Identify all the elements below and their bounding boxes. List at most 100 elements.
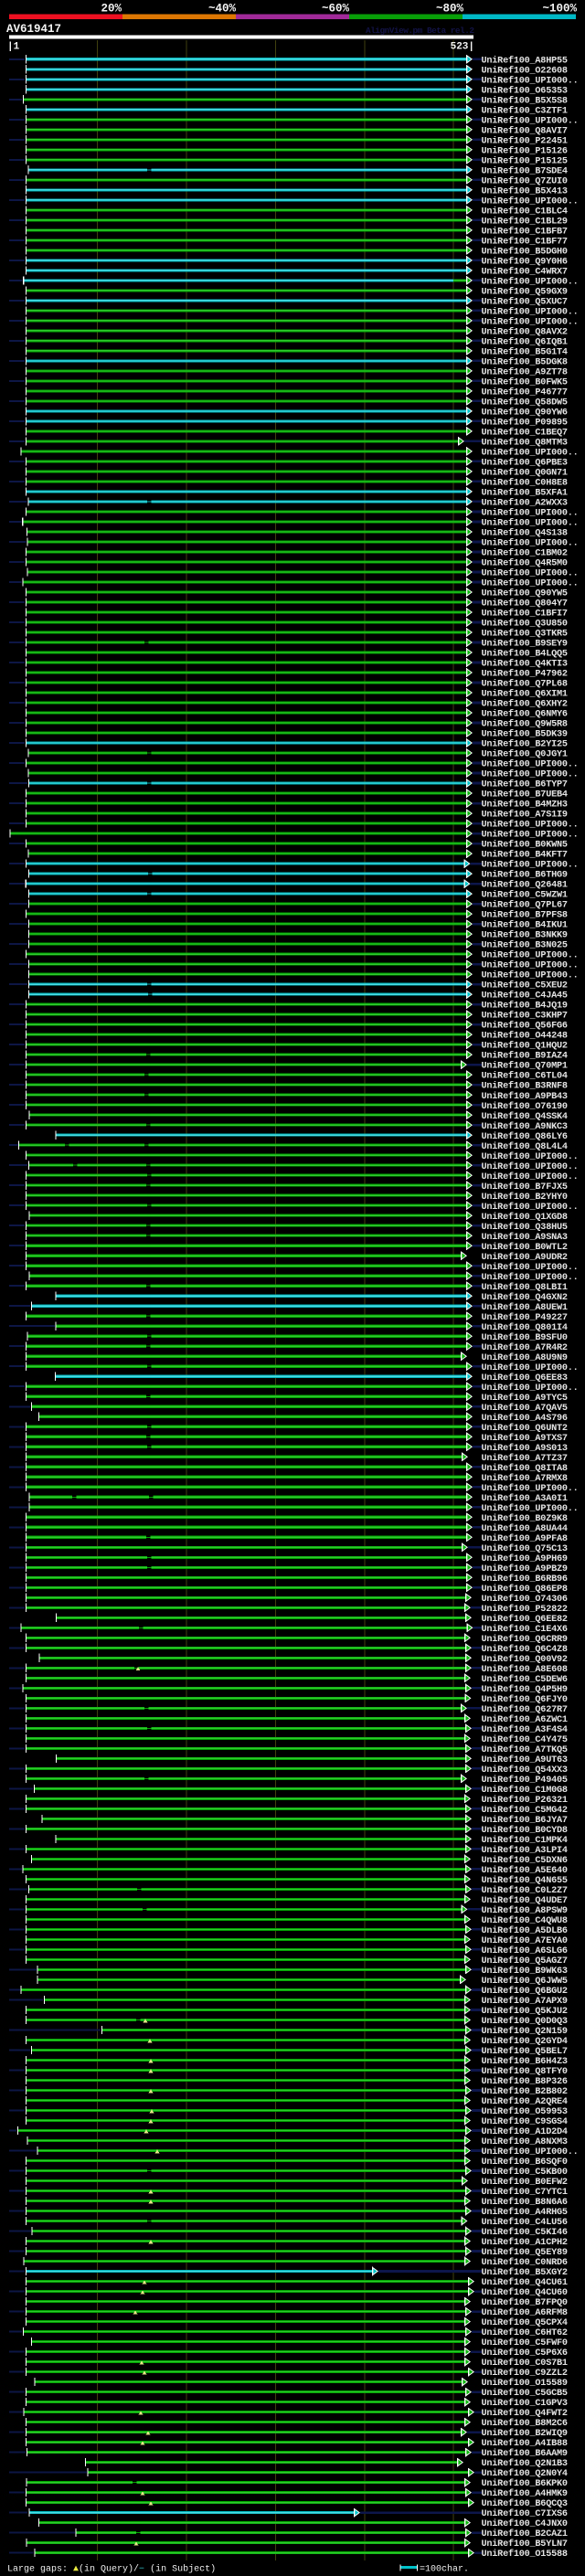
svg-text:UniRef100_C5DEW6: UniRef100_C5DEW6 [482, 1674, 569, 1685]
svg-text:UniRef100_UPI000..: UniRef100_UPI000.. [482, 115, 579, 126]
svg-text:UniRef100_A9NKC3: UniRef100_A9NKC3 [482, 1121, 569, 1132]
svg-text:UniRef100_P15125: UniRef100_P15125 [482, 155, 569, 166]
svg-text:UniRef100_Q59GX9: UniRef100_Q59GX9 [482, 287, 569, 298]
svg-text:UniRef100_UPI000..: UniRef100_UPI000.. [482, 1151, 579, 1162]
svg-text:|1: |1 [7, 42, 20, 53]
svg-text:UniRef100_B3N025: UniRef100_B3N025 [482, 940, 569, 951]
svg-text:UniRef100_A2QRE4: UniRef100_A2QRE4 [482, 2096, 569, 2107]
svg-text:UniRef100_UPI000..: UniRef100_UPI000.. [482, 1383, 579, 1394]
svg-text:UniRef100_Q6EE82: UniRef100_Q6EE82 [482, 1614, 569, 1625]
svg-text:UniRef100_Q4CU60: UniRef100_Q4CU60 [482, 2287, 569, 2298]
svg-text:UniRef100_A9TXS7: UniRef100_A9TXS7 [482, 1433, 569, 1444]
svg-text:UniRef100_Q2N1B3: UniRef100_Q2N1B3 [482, 2458, 569, 2469]
svg-text:UniRef100_Q58DW5: UniRef100_Q58DW5 [482, 398, 569, 408]
svg-text:UniRef100_P46777: UniRef100_P46777 [482, 387, 569, 398]
svg-text:UniRef100_UPI000..: UniRef100_UPI000.. [482, 860, 579, 871]
svg-text:UniRef100_B9SFU0: UniRef100_B9SFU0 [482, 1332, 569, 1343]
svg-text:UniRef100_C7IXS6: UniRef100_C7IXS6 [482, 2508, 569, 2519]
svg-text:UniRef100_Q5AGZ7: UniRef100_Q5AGZ7 [482, 1956, 569, 1966]
svg-text:UniRef100_A8HP55: UniRef100_A8HP55 [482, 55, 569, 66]
svg-text:UniRef100_C4Y475: UniRef100_C4Y475 [482, 1734, 569, 1745]
svg-text:UniRef100_P52822: UniRef100_P52822 [482, 1604, 569, 1615]
svg-text:UniRef100_P26321: UniRef100_P26321 [482, 1795, 569, 1806]
svg-text:=100char.: =100char. [420, 2564, 469, 2575]
svg-text:UniRef100_A7TKQ5: UniRef100_A7TKQ5 [482, 1744, 569, 1755]
svg-text:UniRef100_A4HMK9: UniRef100_A4HMK9 [482, 2488, 569, 2499]
svg-text:UniRef100_O15588: UniRef100_O15588 [482, 2549, 569, 2560]
svg-text:UniRef100_UPI000..: UniRef100_UPI000.. [482, 307, 579, 318]
svg-text:UniRef100_Q8TFY0: UniRef100_Q8TFY0 [482, 2066, 569, 2077]
svg-text:UniRef100_Q801I4: UniRef100_Q801I4 [482, 1322, 569, 1333]
svg-text:UniRef100_A8PSW9: UniRef100_A8PSW9 [482, 1905, 569, 1916]
svg-text:UniRef100_B6AAM9: UniRef100_B6AAM9 [482, 2448, 569, 2459]
svg-text:UniRef100_B7FJX5: UniRef100_B7FJX5 [482, 1182, 569, 1193]
svg-text:UniRef100_Q5BEL7: UniRef100_Q5BEL7 [482, 2046, 569, 2057]
svg-text:UniRef100_C0NRD6: UniRef100_C0NRD6 [482, 2257, 569, 2268]
svg-text:Large gaps: ▲(in Query)/− (in: Large gaps: ▲(in Query)/− (in Subject) [7, 2564, 216, 2575]
svg-text:UniRef100_UPI000..: UniRef100_UPI000.. [482, 950, 579, 961]
svg-text:UniRef100_B0WTL2: UniRef100_B0WTL2 [482, 1242, 569, 1253]
svg-text:UniRef100_B5YLN7: UniRef100_B5YLN7 [482, 2539, 569, 2549]
svg-text:~80%: ~80% [436, 3, 464, 16]
svg-text:UniRef100_UPI000..: UniRef100_UPI000.. [482, 277, 579, 288]
svg-text:UniRef100_Q4S138: UniRef100_Q4S138 [482, 528, 569, 539]
svg-text:UniRef100_B7UEB4: UniRef100_B7UEB4 [482, 790, 569, 800]
svg-text:UniRef100_B8N6A6: UniRef100_B8N6A6 [482, 2197, 569, 2208]
svg-text:UniRef100_Q38HU5: UniRef100_Q38HU5 [482, 1222, 569, 1233]
svg-text:UniRef100_A9UDR2: UniRef100_A9UDR2 [482, 1252, 569, 1263]
svg-text:UniRef100_B9SEY9: UniRef100_B9SEY9 [482, 639, 569, 650]
svg-text:UniRef100_UPI000..: UniRef100_UPI000.. [482, 448, 579, 459]
svg-text:UniRef100_B2YHY0: UniRef100_B2YHY0 [482, 1192, 569, 1203]
svg-text:UniRef100_Q7PL67: UniRef100_Q7PL67 [482, 900, 569, 911]
svg-text:UniRef100_O74306: UniRef100_O74306 [482, 1594, 569, 1605]
svg-text:UniRef100_C0L2Z7: UniRef100_C0L2Z7 [482, 1885, 569, 1896]
svg-text:UniRef100_UPI000..: UniRef100_UPI000.. [482, 578, 579, 589]
svg-text:UniRef100_B2B802: UniRef100_B2B802 [482, 2086, 569, 2097]
svg-text:UniRef100_A8E608: UniRef100_A8E608 [482, 1664, 569, 1675]
svg-text:UniRef100_A1CPH2: UniRef100_A1CPH2 [482, 2237, 569, 2248]
svg-text:UniRef100_B6KPK0: UniRef100_B6KPK0 [482, 2478, 569, 2489]
svg-text:UniRef100_A9SNA3: UniRef100_A9SNA3 [482, 1232, 569, 1243]
svg-text:UniRef100_UPI000..: UniRef100_UPI000.. [482, 1161, 579, 1172]
svg-text:UniRef100_UPI000..: UniRef100_UPI000.. [482, 1503, 579, 1514]
svg-text:UniRef100_Q6XIM1: UniRef100_Q6XIM1 [482, 689, 569, 700]
svg-text:UniRef100_C1BLC4: UniRef100_C1BLC4 [482, 207, 569, 217]
svg-text:UniRef100_C0H8E8: UniRef100_C0H8E8 [482, 478, 569, 489]
svg-text:UniRef100_Q9Y0H6: UniRef100_Q9Y0H6 [482, 257, 569, 268]
svg-text:UniRef100_B0Z9K8: UniRef100_B0Z9K8 [482, 1513, 569, 1524]
svg-text:UniRef100_C7YTC1: UniRef100_C7YTC1 [482, 2187, 569, 2198]
svg-text:~100%: ~100% [542, 3, 577, 16]
svg-text:AV619417: AV619417 [6, 23, 61, 36]
svg-text:UniRef100_B6H4Z3: UniRef100_B6H4Z3 [482, 2056, 569, 2067]
svg-text:UniRef100_C5FWF0: UniRef100_C5FWF0 [482, 2337, 569, 2348]
svg-text:UniRef100_UPI000..: UniRef100_UPI000.. [482, 820, 579, 831]
svg-text:UniRef100_Q3TKR5: UniRef100_Q3TKR5 [482, 629, 569, 640]
svg-text:UniRef100_UPI000..: UniRef100_UPI000.. [482, 960, 579, 971]
svg-text:UniRef100_UPI000..: UniRef100_UPI000.. [482, 508, 579, 519]
svg-text:UniRef100_Q70MP1: UniRef100_Q70MP1 [482, 1061, 569, 1072]
svg-text:UniRef100_C4JNX0: UniRef100_C4JNX0 [482, 2518, 569, 2529]
svg-text:UniRef100_A8UA44: UniRef100_A8UA44 [482, 1523, 569, 1534]
svg-text:UniRef100_B5DK39: UniRef100_B5DK39 [482, 729, 569, 740]
svg-text:UniRef100_Q2N0Y4: UniRef100_Q2N0Y4 [482, 2468, 569, 2479]
svg-text:UniRef100_C1GPV3: UniRef100_C1GPV3 [482, 2398, 569, 2409]
svg-text:~40%: ~40% [208, 3, 237, 16]
svg-text:UniRef100_C1BEQ7: UniRef100_C1BEQ7 [482, 428, 569, 439]
svg-text:UniRef100_Q8MTM3: UniRef100_Q8MTM3 [482, 438, 569, 449]
svg-text:UniRef100_Q5KJU2: UniRef100_Q5KJU2 [482, 2006, 569, 2017]
svg-text:UniRef100_A9PH69: UniRef100_A9PH69 [482, 1553, 569, 1564]
svg-text:UniRef100_A9S013: UniRef100_A9S013 [482, 1443, 569, 1454]
svg-text:UniRef100_A5DLB6: UniRef100_A5DLB6 [482, 1925, 569, 1936]
svg-text:UniRef100_Q86LY6: UniRef100_Q86LY6 [482, 1131, 569, 1142]
svg-text:UniRef100_A7QAV5: UniRef100_A7QAV5 [482, 1403, 569, 1414]
svg-text:UniRef100_B4LQQ5: UniRef100_B4LQQ5 [482, 649, 569, 660]
svg-text:UniRef100_B4MZH3: UniRef100_B4MZH3 [482, 800, 569, 811]
svg-text:UniRef100_A6ZWC1: UniRef100_A6ZWC1 [482, 1714, 569, 1725]
svg-text:UniRef100_Q4GXN2: UniRef100_Q4GXN2 [482, 1292, 569, 1303]
svg-text:UniRef100_B8M2C6: UniRef100_B8M2C6 [482, 2418, 569, 2429]
svg-text:UniRef100_O59953: UniRef100_O59953 [482, 2106, 569, 2117]
svg-text:UniRef100_UPI000..: UniRef100_UPI000.. [482, 75, 579, 86]
svg-text:UniRef100_A6RFM8: UniRef100_A6RFM8 [482, 2307, 569, 2318]
svg-text:UniRef100_B4IKU1: UniRef100_B4IKU1 [482, 920, 569, 931]
svg-text:UniRef100_C4LU56: UniRef100_C4LU56 [482, 2217, 569, 2228]
